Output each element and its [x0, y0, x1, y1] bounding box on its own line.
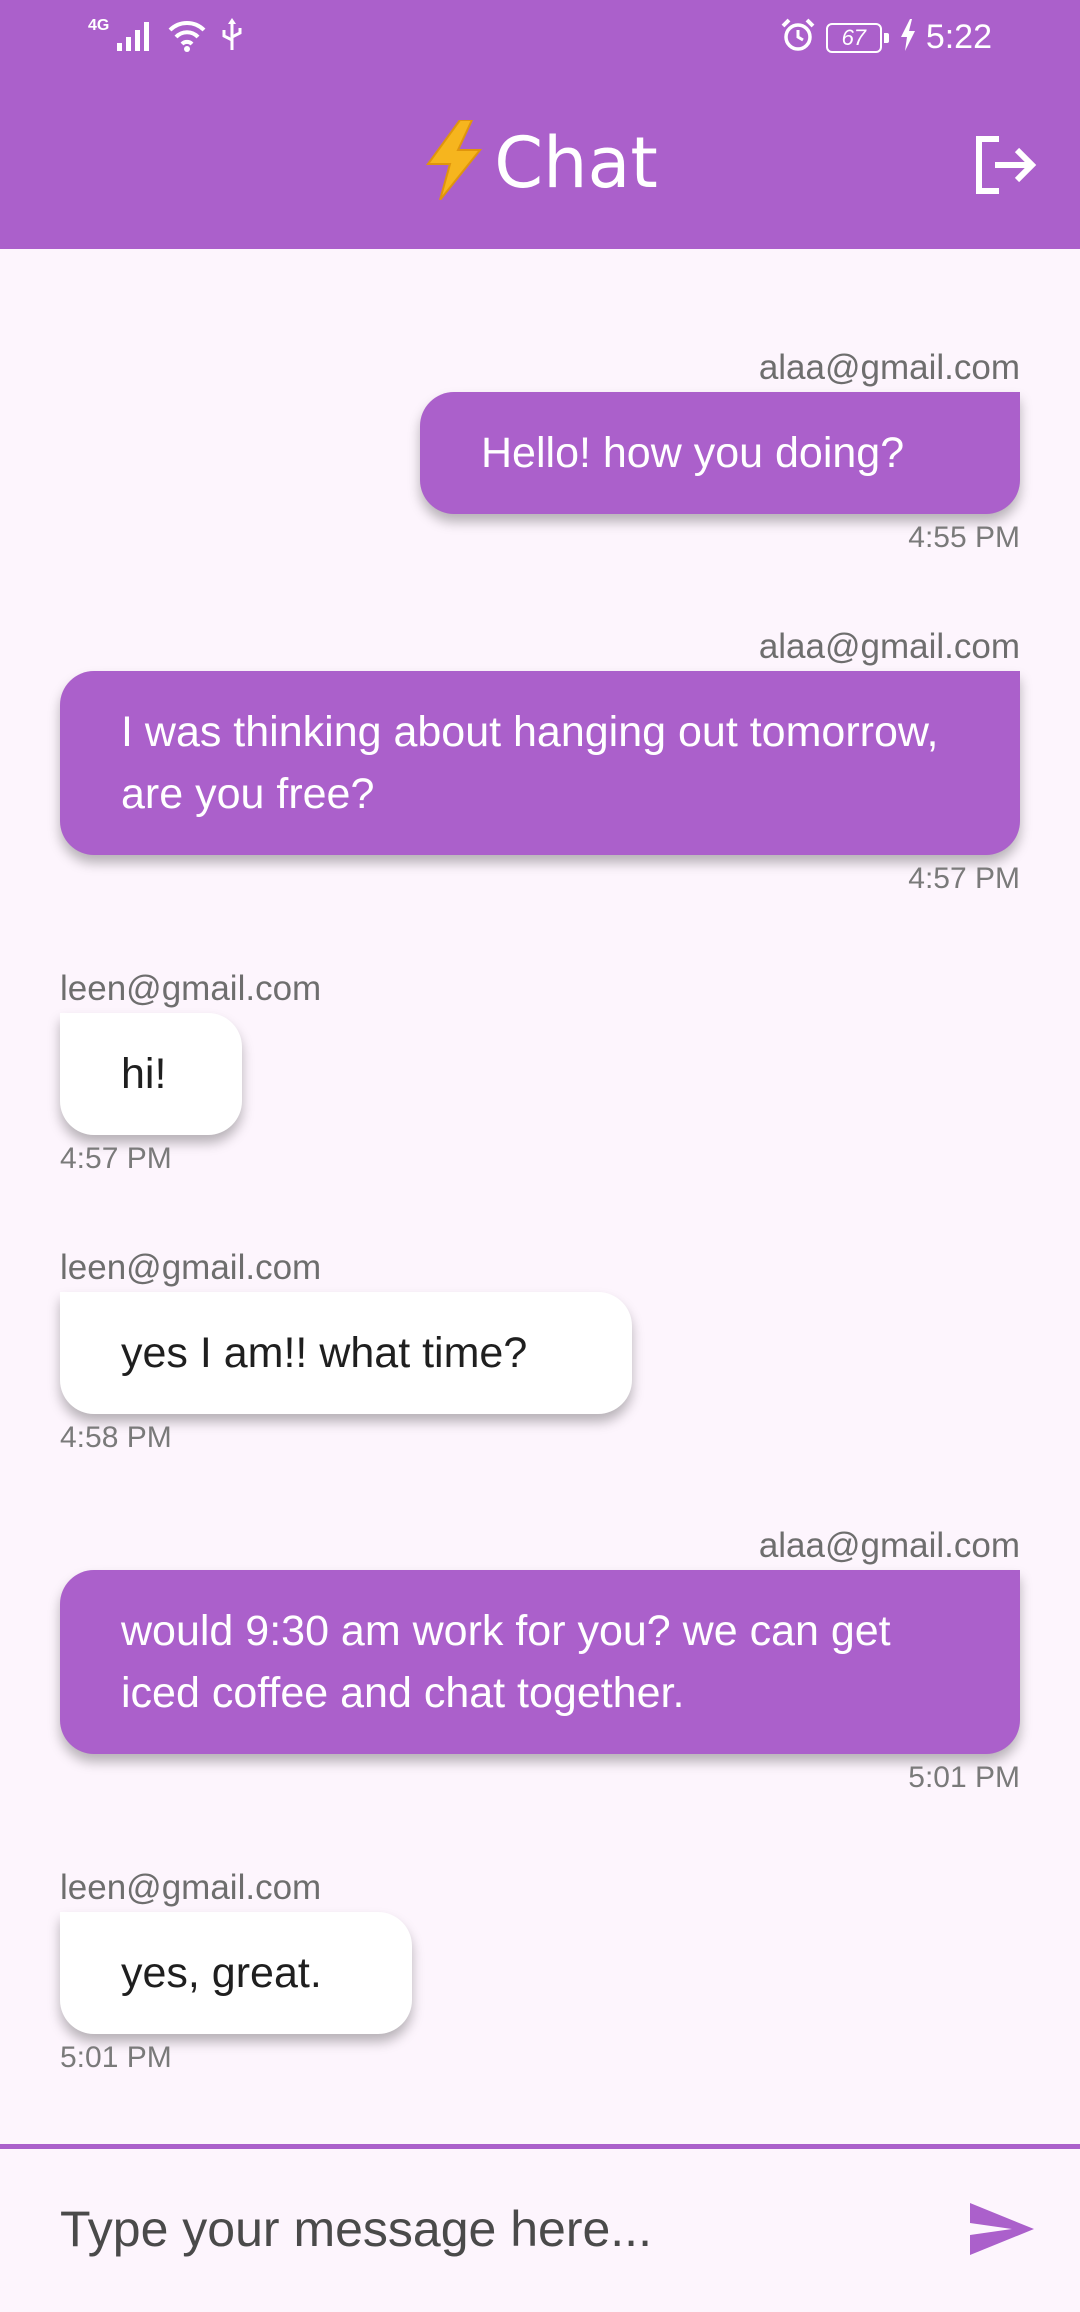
usb-icon — [221, 18, 243, 57]
message-item: leen@gmail.com yes I am!! what time? 4:5… — [60, 1246, 1020, 1458]
send-button[interactable] — [962, 2191, 1042, 2271]
message-sender: alaa@gmail.com — [758, 627, 1020, 666]
message-time: 4:58 PM — [60, 1421, 172, 1454]
message-item: alaa@gmail.com I was thinking about hang… — [60, 625, 1020, 899]
message-composer — [0, 2144, 1080, 2312]
lightning-emoji-icon — [422, 119, 486, 205]
signal-icon — [115, 19, 153, 56]
alarm-icon — [780, 18, 816, 57]
message-time: 5:01 PM — [60, 2041, 172, 2074]
message-time: 4:57 PM — [908, 862, 1020, 895]
charging-icon — [900, 19, 916, 56]
message-bubble[interactable]: hi! — [60, 1013, 242, 1135]
network-type: 4G — [88, 16, 110, 34]
message-sender: leen@gmail.com — [60, 1868, 322, 1907]
status-bar: 4G 67 5:22 — [0, 0, 1080, 80]
message-bubble[interactable]: would 9:30 am work for you? we can get i… — [60, 1570, 1020, 1754]
send-icon — [968, 2201, 1036, 2262]
message-bubble[interactable]: Hello! how you doing? — [420, 392, 1020, 514]
app-bar: Chat — [0, 80, 1080, 249]
clock: 5:22 — [925, 18, 992, 56]
status-right: 67 5:22 — [780, 18, 992, 57]
message-time: 4:55 PM — [908, 521, 1020, 554]
logout-button[interactable] — [970, 132, 1040, 202]
message-bubble[interactable]: yes, great. — [60, 1912, 412, 2034]
message-time: 4:57 PM — [60, 1142, 172, 1175]
message-item: leen@gmail.com hi! 4:57 PM — [60, 967, 1020, 1179]
chat-message-list[interactable]: alaa@gmail.com Hello! how you doing? 4:5… — [0, 249, 1080, 2144]
message-bubble[interactable]: yes I am!! what time? — [60, 1292, 632, 1414]
wifi-icon — [167, 18, 207, 57]
message-item: leen@gmail.com yes, great. 5:01 PM — [60, 1866, 1020, 2078]
message-bubble[interactable]: I was thinking about hanging out tomorro… — [60, 671, 1020, 855]
message-sender: alaa@gmail.com — [758, 1526, 1020, 1565]
page-title: Chat — [0, 119, 1080, 205]
message-item: alaa@gmail.com Hello! how you doing? 4:5… — [60, 346, 1020, 558]
battery-indicator: 67 — [825, 22, 889, 53]
message-input[interactable] — [60, 2189, 940, 2269]
message-sender: leen@gmail.com — [60, 1248, 322, 1287]
title-text: Chat — [494, 121, 658, 204]
message-sender: alaa@gmail.com — [758, 348, 1020, 387]
message-time: 5:01 PM — [908, 1761, 1020, 1794]
status-left: 4G — [88, 16, 243, 57]
logout-icon — [973, 135, 1037, 200]
message-item: alaa@gmail.com would 9:30 am work for yo… — [60, 1524, 1020, 1798]
message-sender: leen@gmail.com — [60, 969, 322, 1008]
